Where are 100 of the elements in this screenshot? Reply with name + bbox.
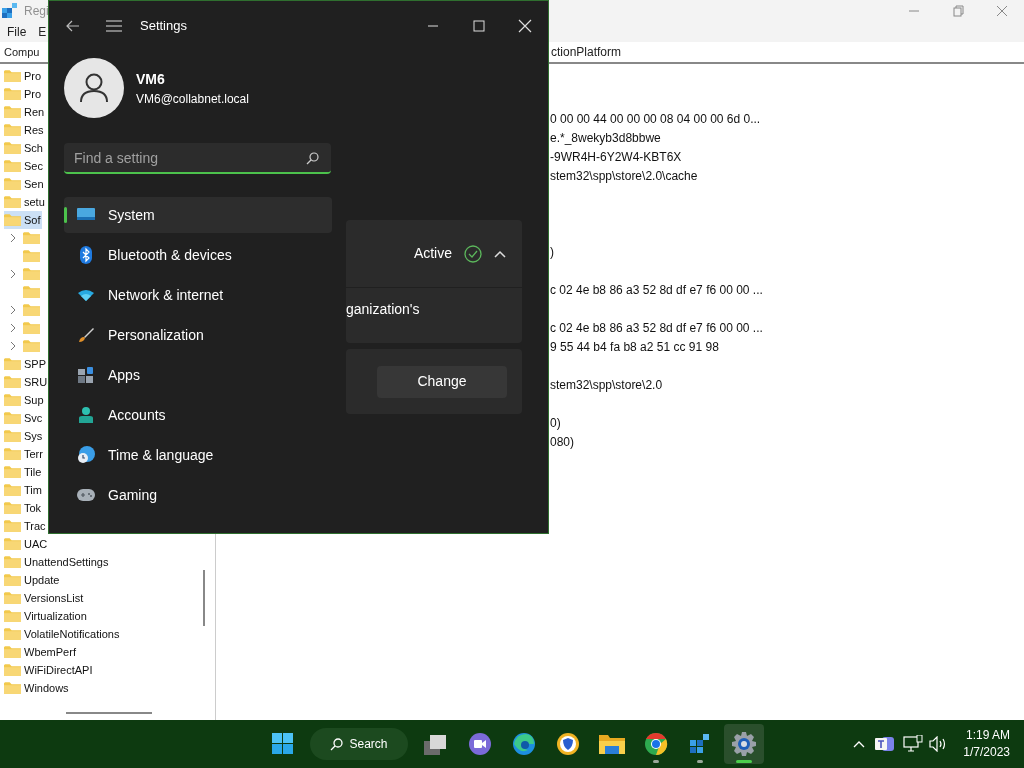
status-card[interactable]: Active <box>346 220 522 287</box>
tree-item[interactable]: setu <box>4 193 46 211</box>
search-field[interactable]: Find a setting <box>64 143 331 174</box>
nav-item[interactable]: Apps <box>64 357 332 393</box>
folder-icon <box>23 267 40 281</box>
search-icon <box>306 152 319 165</box>
nav-item[interactable]: System <box>64 197 332 233</box>
check-circle-icon <box>464 244 482 263</box>
shield-icon <box>556 732 580 756</box>
tree-item[interactable]: Pro <box>4 67 43 85</box>
apps-icon <box>77 367 94 383</box>
clock-time[interactable]: 1:19 AM <box>965 727 1010 744</box>
teams-icon[interactable] <box>875 735 896 753</box>
folder-icon <box>4 573 21 587</box>
clock-date[interactable]: 1/7/2023 <box>963 744 1010 761</box>
tree-item[interactable]: SPP <box>4 355 47 373</box>
network-icon[interactable] <box>903 735 924 753</box>
folder-icon <box>4 645 21 659</box>
value-data: 9 55 44 b4 fa b8 a2 51 cc 91 98 <box>550 338 719 356</box>
volume-icon[interactable] <box>929 736 948 752</box>
tree-item[interactable]: Terr <box>4 445 44 463</box>
tree-item[interactable]: Sof <box>4 211 42 229</box>
folder-icon <box>4 213 21 227</box>
nav-item[interactable]: Personalization <box>64 317 332 353</box>
tree-item[interactable]: Pro <box>4 85 43 103</box>
tree-item[interactable]: Sup <box>4 391 45 409</box>
tree-item[interactable]: Tile <box>4 463 43 481</box>
folder-icon <box>4 591 21 605</box>
folder-icon <box>4 429 21 443</box>
menu-item[interactable]: E <box>38 23 47 41</box>
tree-item[interactable]: VersionsList <box>4 589 85 607</box>
tree-item[interactable]: Windows <box>4 679 70 697</box>
change-button[interactable]: Change <box>377 365 507 398</box>
tree-item[interactable]: Update <box>4 571 61 589</box>
value-data: 0 00 00 44 00 00 00 08 04 00 00 6d 0... <box>550 110 761 128</box>
controller-icon <box>76 489 95 501</box>
detail-text: ganization's <box>346 300 420 319</box>
tree-item[interactable]: SRU <box>4 373 49 391</box>
value-data: c 02 4e b8 86 a3 52 8d df e7 f6 00 00 ... <box>550 319 763 337</box>
value-data: 080) <box>550 433 575 451</box>
back-arrow-icon[interactable] <box>66 20 80 32</box>
nav-item[interactable]: Gaming <box>64 477 332 513</box>
folder-icon <box>4 465 21 479</box>
tree-item[interactable]: Svc <box>4 409 44 427</box>
clock-icon <box>76 446 95 464</box>
status-text: Active <box>413 244 452 263</box>
value-data: stem32\spp\store\2.0\cache <box>550 167 698 185</box>
tree-item[interactable]: Ren <box>4 103 46 121</box>
folder-icon <box>4 663 21 677</box>
nav-item[interactable]: Time & language <box>64 437 332 473</box>
address-text: ctionPlatform <box>551 44 622 61</box>
cubes-icon <box>2 3 18 19</box>
tree-item[interactable]: Sch <box>4 139 44 157</box>
nav-item[interactable]: Network & internet <box>64 277 332 313</box>
nav-item[interactable]: Bluetooth & devices <box>64 237 332 273</box>
folder-icon <box>4 627 21 641</box>
chevron-up-icon[interactable] <box>853 740 866 748</box>
windows-stack-icon <box>424 733 448 755</box>
search-button[interactable]: Search <box>310 728 408 760</box>
wifi-icon <box>77 289 94 301</box>
chevron-icon[interactable] <box>494 249 506 258</box>
folder-icon <box>4 501 21 515</box>
monitor-icon <box>76 208 95 222</box>
scrollbar[interactable] <box>203 570 205 626</box>
tree-item[interactable]: Tok <box>4 499 43 517</box>
tree-item[interactable]: UAC <box>4 535 49 553</box>
maximize-icon[interactable] <box>471 18 487 34</box>
value-data: ) <box>550 243 554 261</box>
tree-item[interactable]: VolatileNotifications <box>4 625 121 643</box>
brush-icon <box>77 327 94 343</box>
address-bar[interactable]: Compu <box>0 42 48 64</box>
tree-item[interactable]: WbemPerf <box>4 643 77 661</box>
tree-item[interactable]: Tim <box>4 481 43 499</box>
value-data: c 02 4e b8 86 a3 52 8d df e7 f6 00 00 ... <box>550 281 763 299</box>
folder-icon <box>4 483 21 497</box>
tree-item[interactable]: Trac <box>4 517 47 535</box>
tree-item[interactable]: Sen <box>4 175 45 193</box>
address-bar[interactable]: ctionPlatform <box>549 42 1024 64</box>
folder-icon <box>4 87 21 101</box>
nav-item[interactable]: Accounts <box>64 397 332 433</box>
person-icon <box>78 407 93 423</box>
chrome-icon <box>644 732 668 756</box>
close-icon[interactable] <box>517 18 533 34</box>
windows-logo-icon[interactable] <box>272 733 294 755</box>
tree-item[interactable]: Sec <box>4 157 44 175</box>
tree-item[interactable]: UnattendSettings <box>4 553 110 571</box>
menu-item[interactable]: File <box>7 23 27 41</box>
tree-item[interactable]: Sys <box>4 427 44 445</box>
restore-icon[interactable] <box>950 3 966 19</box>
edge-icon <box>512 732 536 756</box>
folder-icon <box>4 357 21 371</box>
tree-item[interactable]: WiFiDirectAPI <box>4 661 94 679</box>
scrollbar[interactable] <box>66 712 152 714</box>
tree-item[interactable]: Virtualization <box>4 607 88 625</box>
menu-icon[interactable] <box>106 20 122 32</box>
value-data: stem32\spp\store\2.0 <box>550 376 663 394</box>
tree-item[interactable]: Res <box>4 121 45 139</box>
user-email: VM6@collabnet.local <box>136 90 249 108</box>
value-data: e.*_8wekyb3d8bbwe <box>550 129 661 147</box>
bluetooth-icon <box>79 246 92 264</box>
